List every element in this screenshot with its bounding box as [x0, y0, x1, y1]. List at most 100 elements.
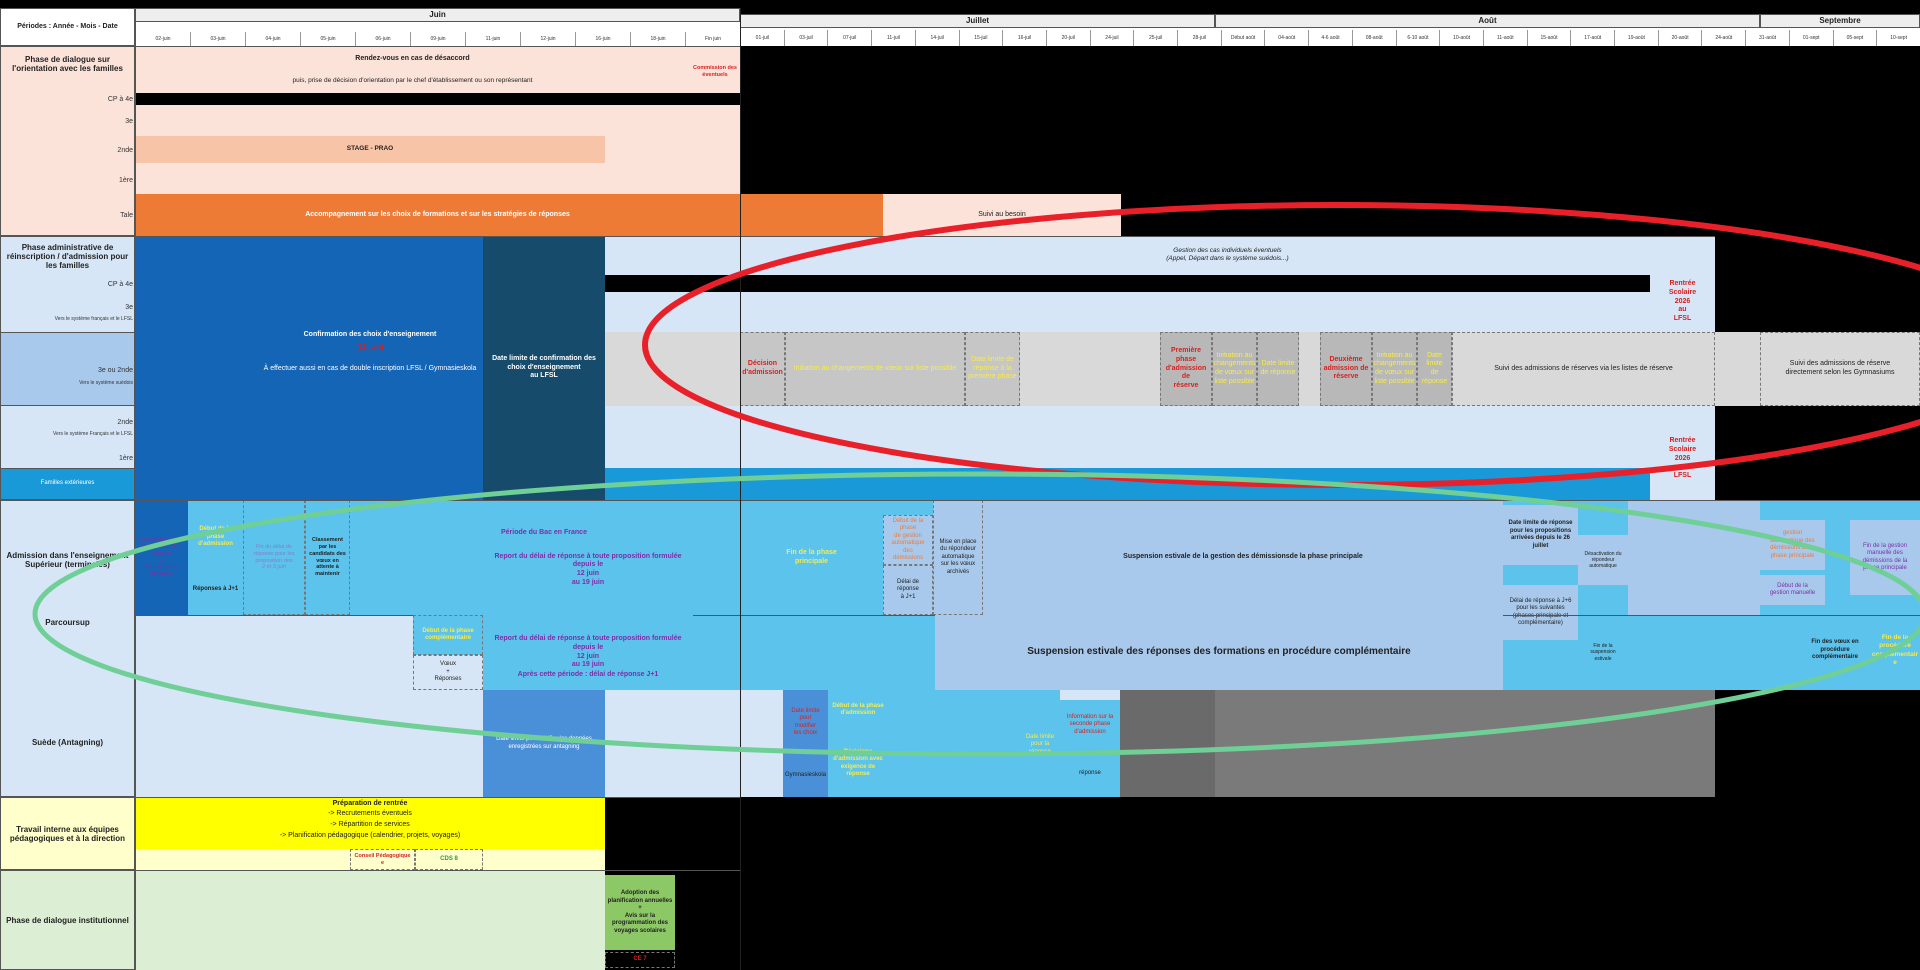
fin-voeux: Fin des vœux en procédure complémentaire: [1811, 639, 1859, 661]
date-limite-2: Date limite de réponse: [1257, 332, 1299, 406]
deuxieme-admission: Deuxième admission de réserve: [1320, 332, 1372, 406]
day-cell: 25-juil: [1133, 30, 1177, 46]
debut-phase: Début de la phase d'admission: [188, 500, 243, 575]
verifier-antagning: Date limite pour vérifier les données en…: [483, 690, 605, 797]
day-cell: 20-août: [1657, 30, 1702, 46]
rentree-2: Rentrée Scolaire 2026 au LFSL: [1650, 418, 1715, 500]
initiation-1: Initiation au changements de vœux sur li…: [785, 332, 965, 406]
parcoursup-label: Parcoursup: [45, 618, 90, 627]
bac-periode: Période du Bac en France: [501, 528, 587, 536]
day-cell: 08-août: [1351, 30, 1396, 46]
prep-line-3: -> Planification pédagogique (calendrier…: [279, 831, 461, 839]
suede-grey-early: [1120, 690, 1215, 797]
admin-note-2: Vers le système suédois: [79, 380, 133, 386]
section-travail-label: Travail interne aux équipes pédagogiques…: [0, 797, 135, 870]
accompagnement-bar: Accompagnement sur les choix de formatio…: [135, 194, 740, 236]
admin-row-3e: 3e: [125, 304, 133, 311]
suivi-besoin: Suivi au besoin: [883, 194, 1121, 236]
consultation: Consultation de la fiche Avenir des rete…: [135, 500, 188, 615]
gymnasieskola: Gymnasieskola: [783, 755, 828, 797]
line-1: [0, 46, 740, 47]
line-4: [0, 797, 740, 798]
voeux-reponses: Vœux + Réponses: [413, 655, 483, 690]
stage-prao: STAGE - PRAO: [135, 136, 605, 163]
report-1: Report du délai de réponse à toute propo…: [494, 552, 682, 586]
suivi-gymn: Suivi des admissions de réserve directem…: [1760, 332, 1920, 406]
debut-gestion: Début de la phase de gestion automatique…: [883, 515, 933, 565]
section-institutionnel-label: Phase de dialogue institutionnel: [0, 870, 135, 970]
row-cp4e: CP à 4e: [107, 96, 133, 103]
day-cell: 15-juil: [958, 30, 1003, 46]
line-3: [0, 500, 1920, 501]
reponse-suede: réponse: [1060, 750, 1120, 797]
commission-text: Commission des éventuels: [692, 65, 737, 78]
day-cell: 03-juil: [783, 30, 828, 46]
day-cell: Fin juin: [685, 32, 740, 46]
institutionnel-bg: [135, 870, 605, 970]
accompagnement-ext: [740, 194, 883, 236]
line-v1: [135, 8, 136, 970]
fin-manuelle: Fin de la gestion manuelle des démission…: [1850, 520, 1920, 595]
day-cell: 19-août: [1614, 30, 1658, 46]
fin-procedure: Fin de la procédure complémentair e: [1871, 634, 1919, 666]
date-limite-3: Date limite de réponse: [1417, 332, 1452, 406]
day-cell: 31-août: [1745, 30, 1789, 46]
month-august: Août: [1215, 14, 1760, 28]
debut-complementaire: Début de la phase complémentaire: [413, 615, 483, 655]
day-cell: 6-10 août: [1395, 30, 1440, 46]
desactivation: Désactivation du répondeur automatique: [1578, 535, 1628, 585]
admin-row-cp4e: CP à 4e: [107, 281, 133, 288]
decisions-suede: Décisions d'admission avec exigence de r…: [828, 730, 888, 797]
day-cell: 01-sept: [1788, 30, 1833, 46]
day-cell: 06-juin: [355, 32, 410, 46]
date-limite-reponse-1: Date limite de réponse à la première pha…: [965, 332, 1020, 406]
rdv-text: Rendez-vous en cas de désaccord: [355, 54, 470, 62]
suspension-reponses: Suspension estivale des réponses des for…: [935, 615, 1503, 690]
day-cell: 11-août: [1482, 30, 1527, 46]
day-cell: 10-août: [1439, 30, 1483, 46]
prep-line-2: -> Répartition de services: [330, 820, 410, 828]
premiere-phase: Première phase d'admission de réserve: [1160, 332, 1212, 406]
day-cell: 02-juin: [135, 32, 190, 46]
day-cell: 05-sept: [1832, 30, 1877, 46]
suivi-reserve: Suivi des admissions de réserves via les…: [1452, 332, 1715, 406]
black-bar-cp: [135, 93, 740, 105]
decision-admission: Décision d'admission: [740, 332, 785, 406]
day-cell: 07-juil: [827, 30, 871, 46]
date-limite-reponse-suede: Date limite pour la réponse: [1020, 720, 1060, 770]
periods-header: Périodes : Année - Mois - Date: [0, 8, 135, 46]
apres-periode: Après cette période : délai de réponse J…: [517, 670, 659, 678]
cds: CDS 8: [415, 849, 483, 870]
row-1ere: 1ère: [118, 177, 133, 184]
day-cell: 17-août: [1570, 30, 1614, 46]
info-seconde: Information sur la seconde phase d'admis…: [1060, 700, 1120, 750]
admin-row-2nde: 2nde: [117, 419, 133, 426]
month-july: Juillet: [740, 14, 1215, 28]
day-cell: 04-juin: [245, 32, 300, 46]
reponses-j1: Réponses à J+1: [188, 565, 243, 615]
section-dialogue-label: Phase de dialogue sur l'orientation avec…: [0, 46, 135, 236]
date-limite-confirmation: Date limite de confirmation des choix d'…: [483, 236, 605, 500]
initiation-2: Initiation au changements de vœux sur li…: [1212, 332, 1257, 406]
day-cell: 15-août: [1526, 30, 1571, 46]
day-cell: Début août: [1220, 30, 1265, 46]
month-june: Juin: [135, 8, 740, 22]
date-limite-echange: Date limite pour modifier les choix: [783, 690, 828, 755]
delai-j1: Délai de réponse à J+1: [883, 565, 933, 615]
fin-delai: Fin du délai de réponse pour les proposi…: [243, 500, 305, 615]
day-cell: 28-juil: [1177, 30, 1221, 46]
gestion-auto-demissions: gestion automatique des démissions de la…: [1760, 520, 1825, 570]
day-cell: 20-juil: [1045, 30, 1090, 46]
suspension-demissions: Suspension estivale de la gestion des dé…: [983, 500, 1503, 615]
fin-principale: Fin de la phase principale: [740, 500, 883, 615]
line-2: [0, 236, 1715, 237]
row-2nde: 2nde: [117, 147, 133, 154]
rentree-1: Rentrée Scolaire 2026 au LFSL: [1650, 272, 1715, 332]
admin-row-1ere: 1ère: [118, 455, 133, 462]
admin-note-1: Vers le système français et le LFSL: [54, 316, 133, 322]
black-bar-admin: [605, 275, 1650, 292]
decision-text: puis, prise de décision d'orientation pa…: [292, 76, 533, 84]
gestion-cas: Gestion des cas individuels éventuels (A…: [1166, 246, 1289, 262]
schedule-sheet: Périodes : Année - Mois - Date Juin Juil…: [0, 0, 1920, 970]
day-cell: 24-août: [1701, 30, 1745, 46]
